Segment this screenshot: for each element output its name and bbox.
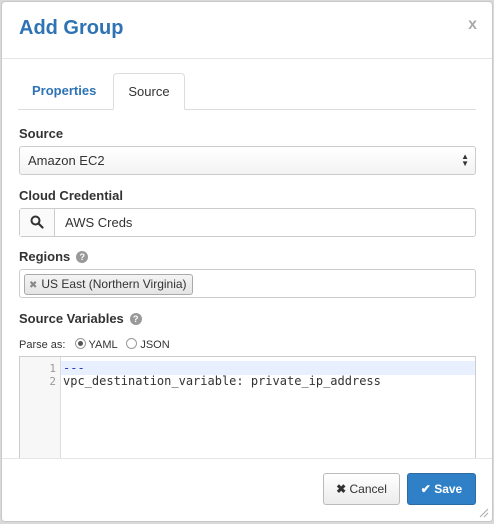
- tab-bar: Properties Source: [18, 73, 476, 110]
- help-icon[interactable]: ?: [129, 313, 142, 325]
- check-icon: ✔: [420, 482, 431, 496]
- dialog-header: Add Group x: [2, 2, 492, 59]
- parse-as-label: Parse as:: [19, 339, 66, 351]
- yaml-radio[interactable]: [74, 338, 86, 349]
- cloud-credential-label: Cloud Credential: [19, 188, 124, 203]
- active-line-highlight: [61, 361, 475, 375]
- tab-source[interactable]: Source: [113, 73, 185, 110]
- source-variables-editor[interactable]: 1 2 --- vpc_destination_variable: privat…: [19, 356, 476, 459]
- source-variables-label: Source Variables: [19, 311, 124, 326]
- dialog-body: Properties Source Source Amazon EC2 ▲ ▼ C…: [2, 58, 492, 459]
- remove-chip-icon[interactable]: ✖: [29, 280, 37, 291]
- regions-label: Regions: [19, 249, 71, 264]
- resize-grip-icon[interactable]: [479, 508, 489, 518]
- yaml-label[interactable]: YAML: [89, 339, 118, 351]
- regions-input[interactable]: ✖ US East (Northern Virginia): [19, 269, 476, 298]
- line-number: 2: [49, 375, 56, 388]
- save-button[interactable]: ✔ Save: [407, 473, 476, 505]
- close-icon[interactable]: x: [468, 16, 477, 34]
- tab-properties[interactable]: Properties: [18, 73, 110, 109]
- dialog-title: Add Group: [19, 17, 124, 39]
- source-variables-label-row: Source Variables?: [19, 311, 142, 326]
- parse-as-row: Parse as: YAML JSON: [19, 338, 170, 351]
- credential-lookup-button[interactable]: [20, 209, 55, 236]
- cloud-credential-value[interactable]: AWS Creds: [65, 209, 132, 236]
- json-label[interactable]: JSON: [140, 339, 169, 351]
- regions-label-row: Regions?: [19, 249, 89, 264]
- cancel-label: Cancel: [349, 482, 387, 496]
- region-chip: ✖ US East (Northern Virginia): [24, 274, 193, 295]
- select-arrows-icon: ▲ ▼: [461, 152, 469, 168]
- cloud-credential-field: AWS Creds: [19, 208, 476, 237]
- line-number: 1: [49, 362, 56, 375]
- json-radio[interactable]: [126, 338, 138, 349]
- source-label: Source: [19, 126, 64, 141]
- code-line[interactable]: ---: [63, 361, 85, 375]
- code-line[interactable]: vpc_destination_variable: private_ip_add…: [63, 374, 381, 388]
- search-icon: [30, 215, 44, 229]
- region-chip-label: US East (Northern Virginia): [41, 277, 187, 291]
- help-icon[interactable]: ?: [76, 251, 89, 263]
- cancel-button[interactable]: ✖ Cancel: [323, 473, 400, 505]
- source-select[interactable]: Amazon EC2 ▲ ▼: [19, 146, 476, 175]
- close-icon: ✖: [336, 482, 347, 496]
- source-selected-value: Amazon EC2: [28, 153, 105, 168]
- dialog-footer: ✖ Cancel ✔ Save: [2, 458, 492, 521]
- save-label: Save: [434, 482, 463, 496]
- add-group-dialog: Add Group x Properties Source Source Ama…: [1, 1, 493, 522]
- line-number-gutter: 1 2: [20, 357, 61, 459]
